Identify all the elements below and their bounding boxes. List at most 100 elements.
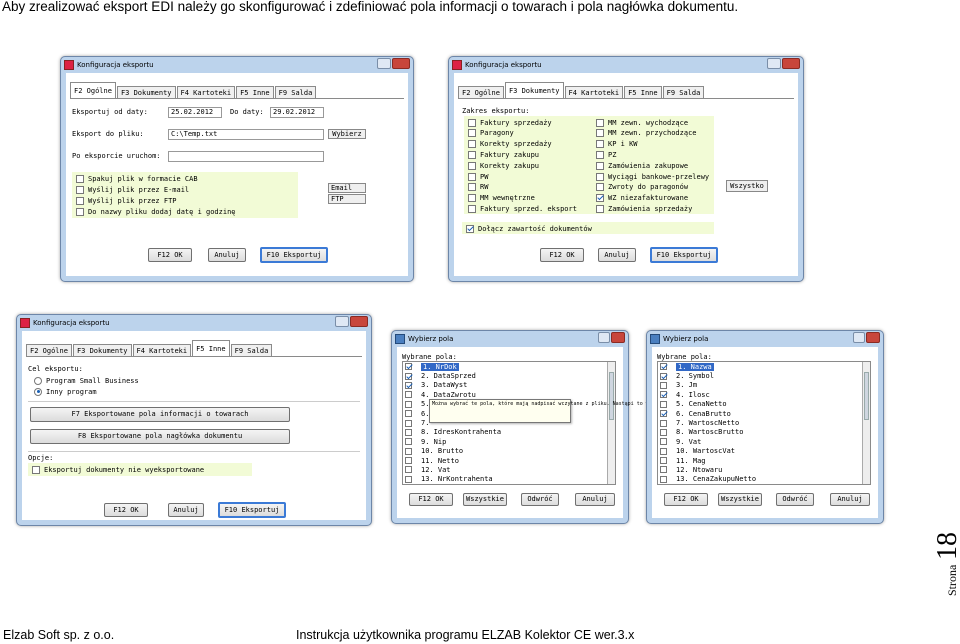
scope-row[interactable]: Wyciągi bankowe-przelewy [596, 171, 709, 182]
checkbox[interactable] [32, 465, 40, 474]
list-item[interactable]: 12. Ntowaru [658, 465, 870, 474]
ok-button[interactable]: F12 OK [664, 493, 708, 506]
close-icon[interactable] [392, 58, 410, 69]
scope-row[interactable]: Faktury sprzed. eksport [468, 203, 577, 214]
checkbox[interactable] [405, 466, 412, 474]
scope-row[interactable]: RW [468, 182, 488, 193]
radio-row[interactable]: Inny program [34, 386, 97, 397]
checkbox[interactable] [76, 174, 84, 183]
checkbox[interactable] [468, 118, 476, 127]
checkbox[interactable] [76, 185, 84, 194]
checkbox[interactable] [660, 372, 667, 380]
cancel-button[interactable]: Anuluj [168, 503, 204, 517]
date-to-input[interactable]: 29.02.2012 [270, 107, 324, 118]
scrollbar[interactable] [862, 362, 870, 484]
list-item[interactable]: 5. CenaNetto [658, 400, 870, 409]
list-item[interactable]: 8. WartoscBrutto [658, 428, 870, 437]
close-icon[interactable] [782, 58, 800, 69]
list-item[interactable]: 8. IdresKontrahenta [403, 428, 615, 437]
invert-button[interactable]: Odwróć [776, 493, 814, 506]
checkbox[interactable] [405, 457, 412, 465]
scope-row[interactable]: Paragony [468, 128, 514, 139]
select-all-button[interactable]: Wszystkie [718, 493, 762, 506]
ok-button[interactable]: F12 OK [409, 493, 453, 506]
checkbox[interactable] [405, 428, 412, 436]
checkbox[interactable] [405, 391, 412, 399]
scope-row[interactable]: Zamówienia zakupowe [596, 160, 688, 171]
list-item[interactable]: 4. Ilosc [658, 390, 870, 399]
tab-documents[interactable]: F3 Dokumenty [504, 82, 564, 98]
scope-row[interactable]: MM wewnętrzne [468, 193, 535, 204]
minimize-icon[interactable] [335, 316, 349, 327]
after-export-input[interactable] [168, 151, 324, 162]
list-item[interactable]: 11. Mag [658, 456, 870, 465]
checkbox[interactable] [596, 194, 604, 203]
file-path-input[interactable]: C:\Temp.txt [168, 129, 324, 140]
checkbox[interactable] [660, 475, 667, 483]
close-icon[interactable] [866, 332, 880, 343]
scope-row[interactable]: WZ niezafakturowane [596, 193, 688, 204]
tab-registers[interactable]: F4 Kartoteki [176, 86, 236, 98]
list-item[interactable]: 2. DataSprzed [403, 371, 615, 380]
checkbox[interactable] [660, 391, 667, 399]
checkbox[interactable] [468, 183, 476, 192]
checkbox[interactable] [596, 118, 604, 127]
email-button[interactable]: Email [328, 183, 366, 193]
checkbox[interactable] [405, 438, 412, 446]
checkbox[interactable] [76, 196, 84, 205]
scope-row[interactable]: MM zewn. przychodzące [596, 128, 697, 139]
checkbox[interactable] [468, 194, 476, 203]
list-item[interactable]: 10. Brutto [403, 447, 615, 456]
list-item[interactable]: 1. Nazwa [658, 362, 870, 371]
cancel-button[interactable]: Anuluj [598, 248, 636, 262]
checkbox[interactable] [660, 381, 667, 389]
export-button[interactable]: F10 Eksportuj [260, 247, 328, 263]
scope-row[interactable]: Faktury zakupu [468, 149, 539, 160]
minimize-icon[interactable] [598, 332, 610, 343]
ok-button[interactable]: F12 OK [540, 248, 584, 262]
tab-balances[interactable]: F9 Salda [662, 86, 705, 98]
invert-button[interactable]: Odwróć [521, 493, 559, 506]
tab-balances[interactable]: F9 Salda [230, 344, 273, 356]
checkbox[interactable] [596, 150, 604, 159]
checkbox[interactable] [405, 419, 412, 427]
option-row[interactable]: Do nazwy pliku dodaj datę i godzinę [76, 206, 236, 217]
tab-documents[interactable]: F3 Dokumenty [72, 344, 132, 356]
close-icon[interactable] [350, 316, 368, 327]
checkbox[interactable] [660, 438, 667, 446]
tab-other[interactable]: F5 Inne [192, 340, 230, 356]
checkbox[interactable] [468, 172, 476, 181]
checkbox[interactable] [76, 207, 84, 216]
tab-other[interactable]: F5 Inne [624, 86, 662, 98]
checkbox[interactable] [468, 204, 476, 213]
checkbox[interactable] [660, 466, 667, 474]
tab-general[interactable]: F2 Ogólne [70, 82, 116, 98]
minimize-icon[interactable] [377, 58, 391, 69]
checkbox[interactable] [405, 410, 412, 418]
list-item[interactable]: 13. CenaZakupuNetto [658, 475, 870, 484]
list-item[interactable]: 6. CenaBrutto [658, 409, 870, 418]
radio[interactable] [34, 376, 42, 385]
export-button[interactable]: F10 Eksportuj [218, 502, 286, 518]
checkbox[interactable] [660, 447, 667, 455]
list-item[interactable]: 3. DataWyst [403, 381, 615, 390]
checkbox[interactable] [596, 140, 604, 149]
checkbox[interactable] [660, 400, 667, 408]
option-row[interactable]: Wyślij plik przez E-mail [76, 184, 189, 195]
checkbox[interactable] [405, 475, 412, 483]
option-row[interactable]: Spakuj plik w formacie CAB [76, 173, 198, 184]
checkbox[interactable] [405, 447, 412, 455]
checkbox[interactable] [468, 140, 476, 149]
date-from-input[interactable]: 25.02.2012 [168, 107, 222, 118]
scope-row[interactable]: MM zewn. wychodzące [596, 117, 688, 128]
scope-row[interactable]: Zamówienia sprzedaży [596, 203, 692, 214]
checkbox[interactable] [405, 372, 412, 380]
checkbox[interactable] [468, 150, 476, 159]
checkbox[interactable] [660, 410, 667, 418]
list-item[interactable]: 3. Jm [658, 381, 870, 390]
ok-button[interactable]: F12 OK [148, 248, 192, 262]
fields-list[interactable]: 1. NrDok 2. DataSprzed 3. DataWyst 4. DataZ… [402, 361, 616, 485]
list-item[interactable]: 11. Netto [403, 456, 615, 465]
scope-row[interactable]: KP i KW [596, 139, 638, 150]
tab-registers[interactable]: F4 Kartoteki [564, 86, 624, 98]
